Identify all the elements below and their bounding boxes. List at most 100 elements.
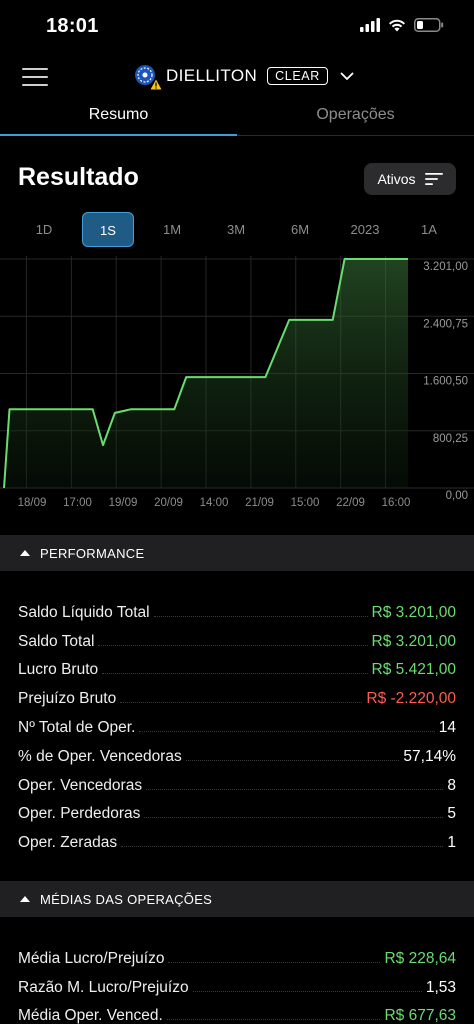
app-header: DIELLITON CLEAR <box>0 52 474 102</box>
period-selector: 1D 1S 1M 3M 6M 2023 1A <box>0 212 474 248</box>
performance-row-label: Nº Total de Oper. <box>18 718 136 736</box>
period-option-1a[interactable]: 1A <box>404 212 454 247</box>
tab-operacoes[interactable]: Operações <box>237 102 474 136</box>
broker-badge: CLEAR <box>267 67 328 85</box>
chart-x-tick-label: 17:00 <box>63 497 92 509</box>
period-option-1m[interactable]: 1M <box>147 212 197 247</box>
status-time: 18:01 <box>46 15 99 37</box>
chart-y-tick-label: 2.400,75 <box>423 318 468 330</box>
period-option-6m[interactable]: 6M <box>275 212 325 247</box>
dotted-leader <box>98 644 368 646</box>
performance-row: Oper. Perdedoras 5 <box>0 795 474 824</box>
chart-x-tick-label: 22/09 <box>336 497 365 509</box>
account-selector[interactable]: DIELLITON CLEAR <box>134 64 354 90</box>
performance-row: % de Oper. Vencedoras 57,14% <box>0 737 474 766</box>
tab-bar: Resumo Operações <box>0 102 474 136</box>
active-tab-indicator <box>0 134 237 136</box>
averages-section-header[interactable]: MÉDIAS DAS OPERAÇÕES <box>0 881 474 917</box>
performance-row-label: Oper. Perdedoras <box>18 805 141 823</box>
chart-x-tick-label: 16:00 <box>382 497 411 509</box>
wifi-icon <box>389 19 405 32</box>
warning-icon <box>150 79 162 90</box>
averages-row-value: 1,53 <box>425 978 456 996</box>
chart-x-tick-label: 21/09 <box>245 497 274 509</box>
dotted-leader <box>168 961 381 963</box>
caret-up-icon <box>20 550 30 556</box>
filter-icon <box>424 173 443 185</box>
chart-x-tick-label: 14:00 <box>200 497 229 509</box>
performance-row-label: Prejuízo Bruto <box>18 690 117 708</box>
averages-section-title: MÉDIAS DAS OPERAÇÕES <box>40 891 213 907</box>
dotted-leader <box>166 1019 381 1021</box>
averages-row: Razão M. Lucro/Prejuízo 1,53 <box>0 968 474 997</box>
dotted-leader <box>120 702 363 704</box>
performance-row-label: Saldo Líquido Total <box>18 603 150 621</box>
dotted-leader <box>146 788 444 790</box>
dotted-leader <box>192 990 422 992</box>
status-bar: 18:01 <box>0 0 474 52</box>
performance-row-label: Oper. Vencedoras <box>18 776 143 794</box>
performance-row-label: Oper. Zeradas <box>18 834 118 852</box>
performance-row-label: Lucro Bruto <box>18 661 99 679</box>
averages-row-value: R$ 677,63 <box>384 1007 456 1024</box>
averages-row-label: Média Lucro/Prejuízo <box>18 949 165 967</box>
performance-row-value: 14 <box>438 718 456 736</box>
performance-row-value: R$ -2.220,00 <box>366 690 456 708</box>
period-option-2023[interactable]: 2023 <box>340 212 390 247</box>
performance-row: Saldo Total R$ 3.201,00 <box>0 622 474 651</box>
performance-row-label: Saldo Total <box>18 632 95 650</box>
averages-row-label: Razão M. Lucro/Prejuízo <box>18 978 189 996</box>
dotted-leader <box>121 846 444 848</box>
status-icons <box>360 18 444 32</box>
performance-row-value: 8 <box>447 776 456 794</box>
performance-row-value: R$ 3.201,00 <box>371 603 456 621</box>
chart-x-tick-label: 20/09 <box>154 497 183 509</box>
averages-row: Média Oper. Venced. R$ 677,63 <box>0 997 474 1024</box>
dotted-leader <box>144 817 444 819</box>
chart-y-tick-label: 0,00 <box>446 490 468 502</box>
page-title: Resultado <box>18 163 139 191</box>
performance-rows: Saldo Líquido Total R$ 3.201,00 Saldo Tota… <box>0 593 474 852</box>
tabs-divider <box>237 135 474 136</box>
averages-row-value: R$ 228,64 <box>384 949 456 967</box>
performance-row: Prejuízo Bruto R$ -2.220,00 <box>0 679 474 708</box>
chart-x-tick-label: 18/09 <box>18 497 47 509</box>
dotted-leader <box>185 759 400 761</box>
signal-icon <box>360 18 380 32</box>
battery-icon <box>414 18 444 32</box>
averages-row: Média Lucro/Prejuízo R$ 228,64 <box>0 939 474 968</box>
chart-y-tick-label: 3.201,00 <box>423 261 468 273</box>
period-option-3m[interactable]: 3M <box>211 212 261 247</box>
performance-row-value: 57,14% <box>403 747 456 765</box>
performance-row-value: 1 <box>447 834 456 852</box>
dotted-leader <box>153 615 368 617</box>
performance-row: Nº Total de Oper. 14 <box>0 708 474 737</box>
performance-section-title: PERFORMANCE <box>40 545 145 561</box>
dotted-leader <box>102 673 368 675</box>
performance-row: Oper. Vencedoras 8 <box>0 766 474 795</box>
chart-y-tick-label: 800,25 <box>433 433 468 445</box>
period-option-1s[interactable]: 1S <box>82 212 134 247</box>
caret-up-icon <box>20 896 30 902</box>
dotted-leader <box>139 730 435 732</box>
hamburger-menu-icon[interactable] <box>22 68 48 86</box>
account-name: DIELLITON <box>166 66 258 85</box>
tab-resumo[interactable]: Resumo <box>0 102 237 136</box>
account-avatar-icon <box>134 64 162 90</box>
result-chart: 3.201,00 2.400,75 1.600,50 800,25 0,00 18/09 1… <box>0 256 474 509</box>
performance-row-value: 5 <box>447 805 456 823</box>
period-option-1d[interactable]: 1D <box>19 212 69 247</box>
ativos-filter-label: Ativos <box>377 171 416 187</box>
averages-row-label: Média Oper. Venced. <box>18 1007 163 1024</box>
performance-row-label: % de Oper. Vencedoras <box>18 747 182 765</box>
averages-rows: Média Lucro/Prejuízo R$ 228,64 Razão M. Lu… <box>0 939 474 1024</box>
ativos-filter-button[interactable]: Ativos <box>364 163 456 195</box>
performance-row: Lucro Bruto R$ 5.421,00 <box>0 651 474 680</box>
chevron-down-icon <box>340 72 354 80</box>
chart-x-tick-label: 15:00 <box>291 497 320 509</box>
performance-row: Oper. Zeradas 1 <box>0 823 474 852</box>
performance-row-value: R$ 5.421,00 <box>371 661 456 679</box>
performance-row: Saldo Líquido Total R$ 3.201,00 <box>0 593 474 622</box>
performance-section-header[interactable]: PERFORMANCE <box>0 535 474 571</box>
chart-x-tick-label: 19/09 <box>109 497 138 509</box>
